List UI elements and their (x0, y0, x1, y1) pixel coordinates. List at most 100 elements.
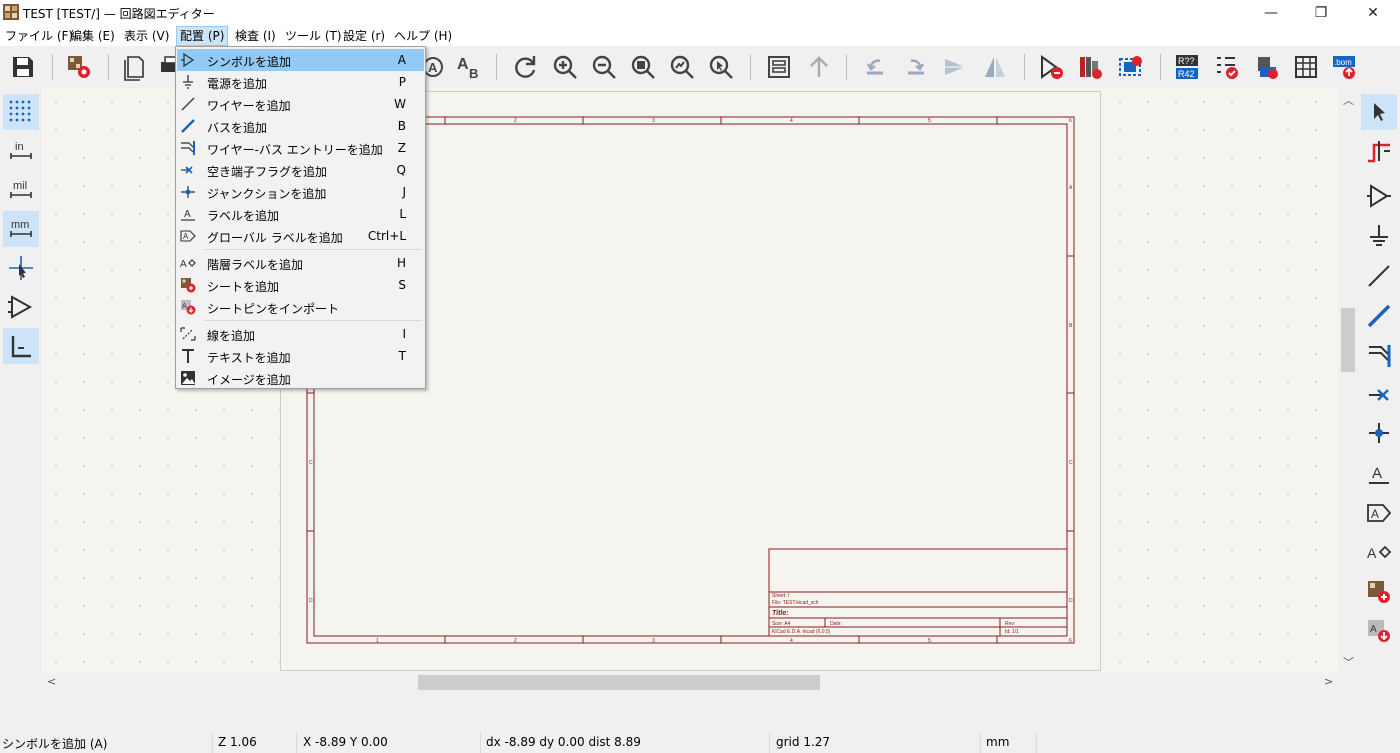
zoom-selection-button[interactable] (706, 51, 736, 83)
menu-item-add-text[interactable]: テキストを追加 T (177, 345, 424, 367)
menu-item-label: ワイヤー-バス エントリーを追加 (207, 143, 383, 157)
zoom-objects-button[interactable] (667, 51, 697, 83)
scroll-right-arrow[interactable]: > (1324, 675, 1333, 688)
menu-item-add-line[interactable]: 線を追加 I (177, 323, 424, 345)
horizontal-scrollbar[interactable]: < > (42, 673, 1338, 692)
minimize-button[interactable]: — (1248, 0, 1294, 26)
add-hier-label-tool-button[interactable]: A (1361, 534, 1397, 570)
add-bus-entry-tool-button[interactable] (1361, 337, 1397, 373)
status-cursor-xy: X -8.89 Y 0.00 (303, 735, 388, 749)
status-zoom: Z 1.06 (218, 735, 257, 749)
vertical-scroll-thumb[interactable] (1341, 308, 1355, 372)
cursor-style-button[interactable] (3, 250, 39, 286)
mirror-vertical-button[interactable] (980, 51, 1010, 83)
hidden-pins-button[interactable] (3, 289, 39, 325)
add-label-tool-button[interactable]: A (1361, 455, 1397, 491)
symbol-icon (1367, 184, 1391, 208)
close-button[interactable]: ✕ (1350, 0, 1396, 26)
scroll-up-arrow[interactable]: ︿ (1343, 92, 1354, 108)
add-junction-tool-button[interactable] (1361, 415, 1397, 451)
add-symbol-tool-button[interactable] (1361, 178, 1397, 214)
units-mil-button[interactable]: mil (3, 172, 39, 208)
units-mm-button[interactable]: mm (3, 211, 39, 247)
menu-item-add-sheet[interactable]: シートを追加 S (177, 274, 424, 296)
menu-inspect[interactable]: 検査 (I) (232, 26, 279, 46)
mirror-h-icon (945, 59, 965, 75)
rotate-ccw-button[interactable] (860, 51, 890, 83)
menu-item-import-sheet-pin[interactable]: A シートピンをインポート (177, 296, 424, 318)
add-power-tool-button[interactable] (1361, 218, 1397, 254)
bus-icon (180, 118, 196, 134)
menu-item-add-junction[interactable]: ジャンクションを追加 J (177, 181, 424, 203)
footprint-assign-button[interactable] (1115, 51, 1145, 83)
horizontal-scroll-thumb[interactable] (418, 675, 820, 690)
refresh-button[interactable] (510, 51, 540, 83)
title-block-rev: Rev: (1005, 621, 1015, 627)
bus-icon (1367, 304, 1391, 328)
import-sheet-pin-tool-button[interactable]: A (1361, 613, 1397, 649)
menu-item-add-power[interactable]: 電源を追加 P (177, 71, 424, 93)
menu-help[interactable]: ヘルプ (H) (391, 26, 455, 46)
menu-item-add-symbol[interactable]: シンボルを追加 A (177, 49, 424, 71)
zoom-in-icon (553, 55, 577, 79)
menu-settings[interactable]: 設定 (r) (340, 26, 388, 46)
scroll-left-arrow[interactable]: < (47, 675, 56, 688)
vertical-scrollbar[interactable]: ︿ ﹀ (1338, 88, 1358, 673)
hierarchy-navigator-button[interactable] (764, 51, 794, 83)
bom-button[interactable]: .bom (1330, 51, 1360, 83)
restore-button[interactable]: ❐ (1298, 0, 1344, 26)
grid-toggle-button[interactable] (3, 94, 39, 130)
symbol-editor-button[interactable] (1036, 51, 1066, 83)
symbol-fields-table-button[interactable] (1291, 51, 1321, 83)
menu-item-label: グローバル ラベルを追加 (207, 231, 343, 245)
menu-file[interactable]: ファイル (F) (2, 26, 76, 46)
menu-place[interactable]: 配置 (P) (176, 26, 229, 46)
leave-sheet-button[interactable] (804, 51, 834, 83)
zoom-out-button[interactable] (589, 51, 619, 83)
sheet-icon (1368, 581, 1390, 603)
line-mode-button[interactable] (3, 328, 39, 364)
find-replace-button[interactable]: AB (454, 51, 484, 83)
menu-item-add-hier-label[interactable]: A 階層ラベルを追加 H (177, 252, 424, 274)
frame-col-3-bottom: 3 (652, 638, 655, 644)
menu-item-add-global-label[interactable]: A グローバル ラベルを追加 Ctrl+L (177, 225, 424, 247)
window-title: TEST [TEST/] — 回路図エディター (23, 7, 215, 21)
mirror-horizontal-button[interactable] (940, 51, 970, 83)
menu-item-add-wire[interactable]: ワイヤーを追加 W (177, 93, 424, 115)
svg-text:A: A (1372, 465, 1382, 482)
highlight-net-button[interactable] (1361, 133, 1397, 169)
menu-item-add-label[interactable]: A ラベルを追加 L (177, 203, 424, 225)
save-button[interactable] (8, 51, 38, 83)
rotate-cw-button[interactable] (901, 51, 931, 83)
menu-item-add-no-connect[interactable]: 空き端子フラグを追加 Q (177, 159, 424, 181)
erc-button[interactable] (1212, 51, 1242, 83)
add-bus-tool-button[interactable] (1361, 298, 1397, 334)
symbol-library-button[interactable] (1075, 51, 1105, 83)
add-wire-tool-button[interactable] (1361, 258, 1397, 294)
table-icon (1295, 56, 1317, 78)
menu-view[interactable]: 表示 (V) (121, 26, 172, 46)
menu-item-label: 空き端子フラグを追加 (207, 165, 328, 179)
zoom-in-button[interactable] (550, 51, 580, 83)
add-no-connect-tool-button[interactable] (1361, 377, 1397, 413)
units-inch-button[interactable]: in (3, 133, 39, 169)
schematic-setup-button[interactable] (64, 51, 94, 83)
menu-edit[interactable]: 編集 (E) (67, 26, 118, 46)
add-global-label-tool-button[interactable]: A (1361, 495, 1397, 531)
zoom-fit-button[interactable] (628, 51, 658, 83)
scroll-down-arrow[interactable]: ﹀ (1343, 654, 1354, 670)
menu-item-add-bus-entry[interactable]: ワイヤー-バス エントリーを追加 Z (177, 137, 424, 159)
svg-text:R42: R42 (1178, 69, 1195, 79)
svg-text:A: A (183, 232, 189, 241)
menu-tools[interactable]: ツール (T) (282, 26, 345, 46)
svg-text:A: A (182, 303, 187, 310)
annotate-schematic-button[interactable]: R?? R42 (1173, 51, 1203, 83)
page-settings-button[interactable] (120, 51, 150, 83)
simulator-button[interactable] (1251, 51, 1281, 83)
add-sheet-tool-button[interactable] (1361, 574, 1397, 610)
menu-item-add-bus[interactable]: バスを追加 B (177, 115, 424, 137)
select-tool-button[interactable] (1361, 94, 1397, 130)
svg-text:.bom: .bom (1334, 58, 1352, 67)
menu-item-add-image[interactable]: イメージを追加 (177, 367, 424, 389)
units-mm-icon: mm (10, 219, 32, 237)
